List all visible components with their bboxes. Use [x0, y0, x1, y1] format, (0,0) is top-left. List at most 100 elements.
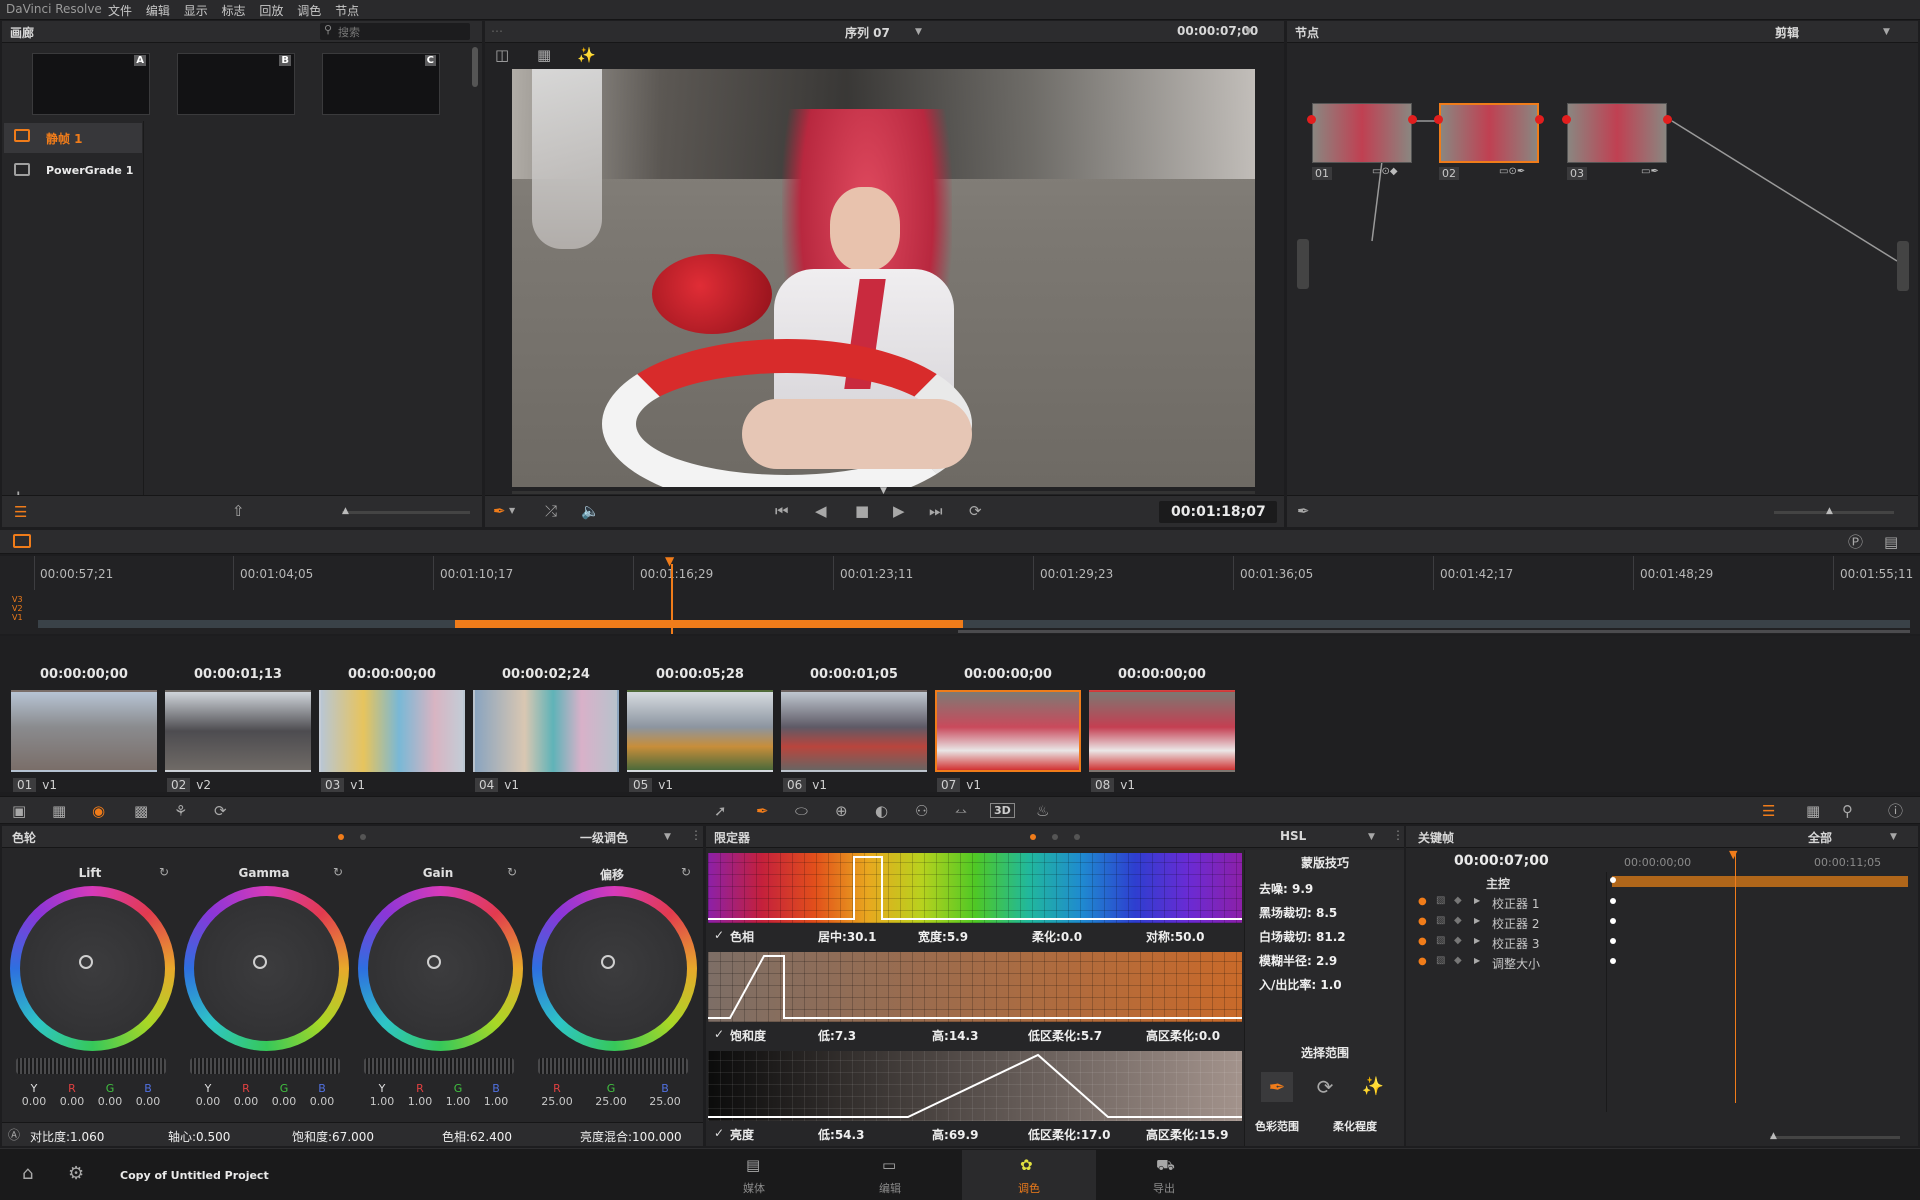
node-02[interactable]: 02 ▭⊙✒: [1434, 103, 1544, 187]
chevron-down-icon[interactable]: ▼: [915, 23, 922, 41]
color-match-icon[interactable]: ▦: [52, 802, 66, 820]
chevron-down-icon[interactable]: ▼: [509, 502, 515, 520]
in-out-ratio-field[interactable]: 入/出比率: 1.0: [1259, 976, 1342, 993]
sat-lowsoft[interactable]: 低区柔化:5.7: [1028, 1027, 1102, 1044]
home-icon[interactable]: ⌂: [22, 1165, 33, 1183]
expand-icon[interactable]: ▶: [1474, 896, 1480, 905]
expand-icon[interactable]: ▶: [1474, 936, 1480, 945]
hue-center[interactable]: 居中:30.1: [818, 928, 876, 945]
red-port-icon[interactable]: [1663, 115, 1672, 124]
diamond-icon[interactable]: ◆: [1454, 895, 1462, 906]
g-value[interactable]: 0.00: [265, 1095, 303, 1108]
volume-icon[interactable]: 🔈: [581, 502, 600, 520]
sequence-name[interactable]: 序列 07: [845, 24, 890, 41]
red-port-icon[interactable]: [1434, 115, 1443, 124]
scopes-icon[interactable]: ▦: [1806, 802, 1820, 820]
gear-icon[interactable]: ⚙: [68, 1165, 84, 1183]
kf-playhead[interactable]: [1735, 853, 1736, 1103]
lock-icon[interactable]: ▧: [1436, 935, 1445, 946]
picker-icon[interactable]: ✒: [493, 502, 506, 520]
menu-nodes[interactable]: 节点: [335, 4, 359, 18]
lock-icon[interactable]: ▧: [1436, 955, 1445, 966]
b-value[interactable]: 0.00: [303, 1095, 341, 1108]
gallery-search[interactable]: ⚲ 搜索: [320, 23, 470, 40]
g-value[interactable]: 1.00: [439, 1095, 477, 1108]
checkmark-icon[interactable]: ✓: [714, 928, 724, 942]
kf-track-sizing[interactable]: ● ▧ ◆ ▶ 调整大小: [1410, 954, 1616, 972]
red-port-icon[interactable]: [1408, 115, 1417, 124]
sat-high[interactable]: 高:14.3: [932, 1027, 978, 1044]
play-reverse-icon[interactable]: ◀: [815, 502, 827, 520]
node-03[interactable]: 03 ▭✒: [1562, 103, 1672, 187]
options-icon[interactable]: ⋮: [690, 828, 702, 842]
node-01[interactable]: 01 ▭⊙◆: [1307, 103, 1417, 187]
still-a[interactable]: A: [32, 53, 150, 115]
red-port-icon[interactable]: [1562, 115, 1571, 124]
timeline-icon[interactable]: [13, 534, 31, 548]
qualifier-mode[interactable]: HSL: [1280, 829, 1306, 843]
keyframes-mode[interactable]: 全部: [1808, 829, 1832, 846]
color-wheel[interactable]: [532, 886, 697, 1051]
lum-lowsoft[interactable]: 低区柔化:17.0: [1028, 1126, 1110, 1143]
stop-icon[interactable]: ■: [855, 502, 869, 520]
saturation-field[interactable]: 饱和度:67.000: [292, 1128, 374, 1145]
sat-low[interactable]: 低:7.3: [818, 1027, 856, 1044]
y-value[interactable]: 0.00: [15, 1095, 53, 1108]
hue-symmetry[interactable]: 对称:50.0: [1146, 928, 1204, 945]
tab-media[interactable]: ▤ 媒体: [694, 1150, 814, 1200]
menu-edit[interactable]: 编辑: [146, 4, 170, 18]
lock-icon[interactable]: ▧: [1436, 895, 1445, 906]
window-icon[interactable]: ⬭: [795, 802, 808, 820]
motion-effects-icon[interactable]: ⚘: [174, 802, 187, 820]
shuffle-icon[interactable]: ⤮: [545, 502, 557, 520]
options-icon[interactable]: ⋮: [1392, 828, 1404, 842]
kf-master-bar[interactable]: [1612, 876, 1908, 887]
master-wheel[interactable]: [190, 1058, 340, 1074]
tab-deliver[interactable]: ⛟ 导出: [1104, 1150, 1224, 1200]
diamond-icon[interactable]: ◆: [1454, 915, 1462, 926]
chevron-down-icon[interactable]: ▼: [664, 828, 671, 846]
color-wheel[interactable]: [358, 886, 523, 1051]
filmstrip-icon[interactable]: ▤: [1884, 533, 1898, 551]
kf-track-corrector-1[interactable]: ● ▧ ◆ ▶ 校正器 1: [1410, 894, 1616, 912]
tracker-icon[interactable]: ⊕: [835, 802, 848, 820]
sizing-icon[interactable]: ⥎: [955, 802, 967, 820]
play-icon[interactable]: ▶: [893, 502, 905, 520]
clip-white-field[interactable]: 白场裁切: 81.2: [1259, 928, 1346, 945]
dot-icon[interactable]: ●: [1418, 936, 1427, 947]
chevron-down-icon[interactable]: ▼: [1245, 23, 1252, 41]
list-icon[interactable]: ☰: [14, 503, 27, 521]
still-c[interactable]: C: [322, 53, 440, 115]
keyframe-dot[interactable]: [1610, 877, 1616, 883]
master-wheel[interactable]: [538, 1058, 688, 1074]
reset-icon[interactable]: ↻: [681, 865, 691, 879]
g-value[interactable]: 0.00: [91, 1095, 129, 1108]
fx-icon[interactable]: Ⓟ: [1848, 533, 1863, 551]
zoom-icon[interactable]: ⚲: [1842, 802, 1853, 820]
r-value[interactable]: 0.00: [53, 1095, 91, 1108]
picker-icon[interactable]: ✒: [1261, 1072, 1293, 1102]
jump-end-icon[interactable]: ⏭: [929, 502, 943, 520]
drag-handle-icon[interactable]: ⋯: [491, 24, 503, 38]
wheel-center-handle[interactable]: [79, 955, 93, 969]
lum-highsoft[interactable]: 高区柔化:15.9: [1146, 1126, 1228, 1143]
reset-icon[interactable]: ↻: [159, 865, 169, 879]
timeline-selected-clip[interactable]: [455, 620, 963, 628]
master-wheel[interactable]: [364, 1058, 514, 1074]
nodes-zoom-slider[interactable]: ▲: [1774, 506, 1894, 516]
dot-icon[interactable]: ●: [1418, 916, 1427, 927]
jump-start-icon[interactable]: ⏮: [775, 502, 789, 520]
luminance-graph[interactable]: [708, 1051, 1242, 1121]
wheel-center-handle[interactable]: [601, 955, 615, 969]
hue-field[interactable]: 色相:62.400: [442, 1128, 512, 1145]
color-wheel[interactable]: [10, 886, 175, 1051]
info-icon[interactable]: ⓘ: [1888, 802, 1903, 820]
playhead-marker-icon[interactable]: ▼: [665, 554, 674, 568]
playhead[interactable]: [671, 564, 673, 634]
album-still-1[interactable]: 静帧 1: [4, 123, 142, 153]
curves-reset-icon[interactable]: ⟳: [214, 802, 227, 820]
contrast-field[interactable]: 对比度:1.060: [30, 1128, 104, 1145]
r-value[interactable]: 1.00: [401, 1095, 439, 1108]
b-value[interactable]: 1.00: [477, 1095, 515, 1108]
chevron-down-icon[interactable]: ▼: [1890, 828, 1897, 846]
